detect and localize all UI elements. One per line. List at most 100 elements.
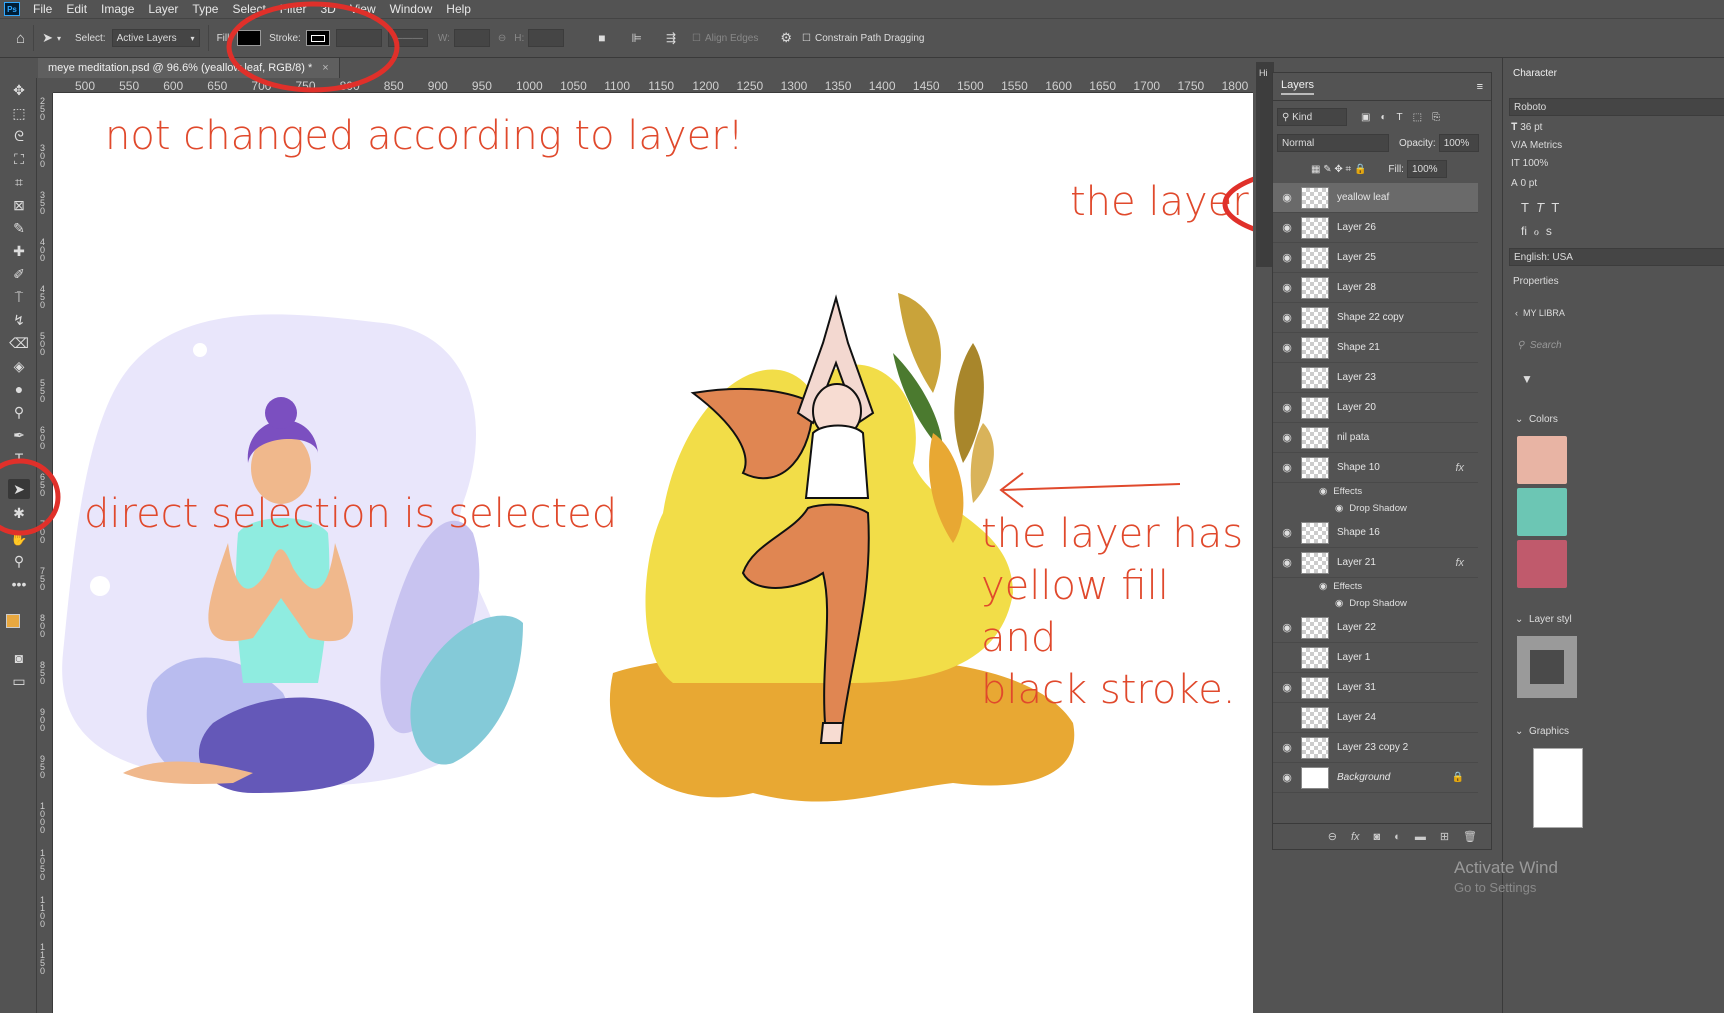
visibility-eye-icon[interactable]: ◉ [1273, 191, 1301, 204]
layer-thumbnail [1301, 336, 1329, 359]
language-dropdown[interactable]: English: USA [1509, 248, 1724, 266]
layer-name: Shape 21 [1337, 342, 1380, 353]
photoshop-window: Ps File Edit Image Layer Type Select Fil… [0, 0, 1724, 1013]
blend-mode-dropdown[interactable]: Normal [1277, 134, 1389, 152]
library-color-swatch[interactable] [1517, 540, 1567, 588]
filter-icon[interactable]: ▼ [1521, 372, 1533, 386]
visibility-eye-icon[interactable]: ◉ [1273, 431, 1301, 444]
layer-row[interactable]: ◉ Layer 25 [1273, 243, 1478, 273]
fill-field[interactable]: 100% [1406, 160, 1447, 178]
graphic-thumbnail[interactable] [1533, 748, 1583, 828]
opentype-icons[interactable]: ﬁ ℴ s [1521, 224, 1552, 238]
lock-icon: 🔒 [1451, 772, 1464, 783]
filter-row: ⚲ Kind ▣ ◐ T ⬚ ⎘ [1277, 107, 1440, 127]
layer-row[interactable]: Layer 23 [1273, 363, 1478, 393]
baseline-value: 0 pt [1520, 178, 1538, 189]
layer-row[interactable]: ◉ Layer 22 [1273, 613, 1478, 643]
visibility-eye-icon[interactable]: ◉ [1273, 681, 1301, 694]
layer-name: yeallow leaf [1337, 192, 1390, 203]
library-color-swatch[interactable] [1517, 488, 1567, 536]
layer-name: Layer 1 [1337, 652, 1371, 663]
drop-shadow-row[interactable]: ◉ Drop Shadow [1273, 595, 1478, 612]
layer-row[interactable]: ◉ Layer 28 [1273, 273, 1478, 303]
layer-row[interactable]: ◉ Layer 20 [1273, 393, 1478, 423]
font-family-field[interactable]: Roboto [1509, 98, 1724, 116]
scale-row[interactable]: IT 100% [1511, 158, 1548, 169]
library-search[interactable]: ⚲ Search [1517, 340, 1562, 351]
graphics-section[interactable]: ⌄ Graphics [1515, 726, 1569, 737]
link-layers-icon[interactable]: ⊖ [1328, 830, 1337, 843]
layer-row[interactable]: ◉ nil pata [1273, 423, 1478, 453]
visibility-eye-icon[interactable]: ◉ [1273, 526, 1301, 539]
visibility-eye-icon[interactable]: ◉ [1273, 311, 1301, 324]
layer-row[interactable]: ◉ Shape 21 [1273, 333, 1478, 363]
effects-row[interactable]: ◉ Effects [1273, 578, 1478, 595]
library-color-swatch[interactable] [1517, 436, 1567, 484]
visibility-eye-icon[interactable]: ◉ [1273, 741, 1301, 754]
visibility-eye-icon[interactable]: ◉ [1273, 281, 1301, 294]
type-style-icons[interactable]: T T T [1521, 200, 1559, 215]
filter-shape-icon[interactable]: ⬚ [1413, 112, 1422, 123]
layer-style-thumbnail[interactable] [1517, 636, 1577, 698]
layer-row[interactable]: Layer 1 [1273, 643, 1478, 673]
layer-thumbnail [1301, 366, 1329, 389]
layer-row[interactable]: ◉ Layer 26 [1273, 213, 1478, 243]
effects-row[interactable]: ◉ Effects [1273, 483, 1478, 500]
library-breadcrumb[interactable]: ‹ MY LIBRA [1515, 308, 1565, 318]
visibility-eye-icon[interactable]: ◉ [1273, 401, 1301, 414]
filter-type-icon[interactable]: T [1397, 112, 1403, 123]
new-layer-icon[interactable]: ⊞ [1440, 830, 1449, 843]
layer-row[interactable]: ◉ Layer 21 fx [1273, 548, 1478, 578]
visibility-eye-icon[interactable]: ◉ [1273, 251, 1301, 264]
visibility-eye-icon[interactable]: ◉ [1273, 341, 1301, 354]
layer-row[interactable]: ◉ Shape 22 copy [1273, 303, 1478, 333]
layer-row[interactable]: Layer 24 [1273, 703, 1478, 733]
visibility-eye-icon[interactable]: ◉ [1335, 598, 1343, 609]
properties-tab[interactable]: Properties [1513, 276, 1559, 287]
layers-tab[interactable]: Layers [1281, 79, 1315, 95]
visibility-eye-icon[interactable]: ◉ [1319, 581, 1327, 592]
add-style-icon[interactable]: fx [1351, 831, 1360, 843]
annotation-circle-fill-stroke [226, 1, 400, 93]
font-size-row[interactable]: 𝐓 36 pt [1511, 122, 1542, 133]
baseline-row[interactable]: A 0 pt [1511, 178, 1537, 189]
filter-smart-object-icon[interactable]: ⎘ [1432, 112, 1440, 123]
drop-shadow-row[interactable]: ◉ Drop Shadow [1273, 500, 1478, 517]
visibility-eye-icon[interactable]: ◉ [1273, 771, 1301, 784]
activation-watermark: Activate Wind [1454, 858, 1558, 877]
layer-thumbnail [1301, 766, 1329, 789]
layer-effects-icon[interactable]: fx [1455, 462, 1464, 474]
opacity-field[interactable]: 100% [1438, 134, 1479, 152]
delete-layer-icon[interactable]: 🗑 [1463, 830, 1477, 843]
layer-name: Layer 23 copy 2 [1337, 742, 1409, 753]
blend-row: Normal Opacity: 100% [1277, 133, 1479, 153]
layer-row[interactable]: ◉ Layer 31 [1273, 673, 1478, 703]
visibility-eye-icon[interactable]: ◉ [1273, 621, 1301, 634]
library-search-placeholder: Search [1529, 340, 1562, 351]
layer-row[interactable]: ◉ Shape 10 fx [1273, 453, 1478, 483]
visibility-eye-icon[interactable]: ◉ [1273, 461, 1301, 474]
layer-row[interactable]: ◉ Layer 23 copy 2 [1273, 733, 1478, 763]
colors-section[interactable]: ⌄ Colors [1515, 414, 1558, 425]
layer-name: Layer 21 [1337, 557, 1376, 568]
layer-styles-section[interactable]: ⌄ Layer styl [1515, 614, 1572, 625]
visibility-eye-icon[interactable]: ◉ [1335, 503, 1343, 514]
filter-adjustment-icon[interactable]: ◐ [1380, 112, 1386, 123]
layer-row[interactable]: ◉ yeallow leaf [1273, 183, 1478, 213]
visibility-eye-icon[interactable]: ◉ [1319, 486, 1327, 497]
kerning-row[interactable]: V/A Metrics [1511, 140, 1562, 151]
filter-pixel-icon[interactable]: ▣ [1361, 112, 1370, 123]
layer-name: Layer 20 [1337, 402, 1376, 413]
visibility-eye-icon[interactable]: ◉ [1273, 221, 1301, 234]
kind-filter-dropdown[interactable]: ⚲ Kind [1277, 108, 1347, 126]
layer-effects-icon[interactable]: fx [1455, 557, 1464, 569]
adjustment-layer-icon[interactable]: ◐ [1394, 831, 1401, 843]
new-group-icon[interactable]: ▬ [1415, 831, 1426, 843]
layer-row[interactable]: ◉ Shape 16 [1273, 518, 1478, 548]
layer-row[interactable]: ◉ Background 🔒 [1273, 763, 1478, 793]
add-mask-icon[interactable]: ◙ [1374, 831, 1381, 843]
character-tab[interactable]: Character [1513, 68, 1557, 79]
visibility-eye-icon[interactable]: ◉ [1273, 556, 1301, 569]
lock-icons[interactable]: ▦ ✎ ✥ ⌗ 🔒 [1311, 164, 1366, 175]
panel-menu-icon[interactable]: ≡ [1477, 81, 1483, 93]
